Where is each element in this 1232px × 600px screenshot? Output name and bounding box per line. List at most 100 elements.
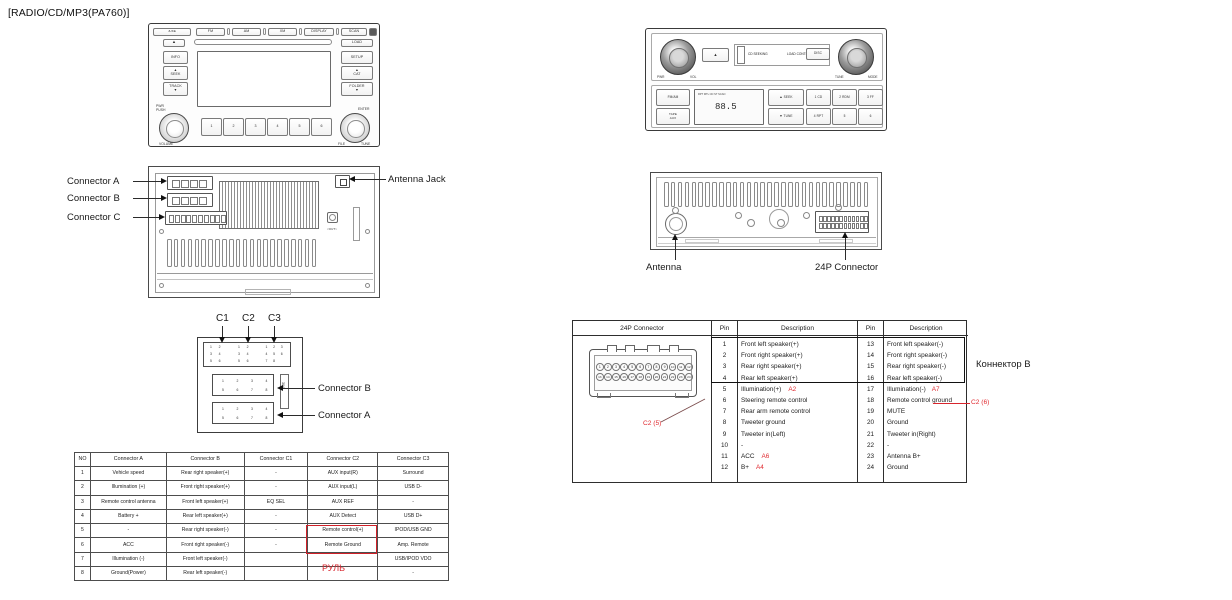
preset-2-right[interactable]: 2 RDM [832,89,857,106]
seek-button[interactable]: ▲ SEEK [163,66,188,80]
tune-down-button-right[interactable]: ▼ TUNE [768,108,804,125]
pins-c2: 1 2 3 4 5 6 [235,344,252,365]
button-am[interactable]: AM [232,27,261,36]
preset-3[interactable]: 3 [245,118,266,136]
track-button[interactable]: TRACK ▼ [163,82,188,96]
seek-up-button-right[interactable]: ▲ SEEK [768,89,804,106]
screw-mid-3 [777,219,785,227]
tape-aux-button-right[interactable]: TAPE AUX [656,108,690,125]
info-button[interactable]: INFO [163,51,188,64]
leader-pinout-a [283,415,315,416]
leader-connector-b [133,198,161,199]
setup-button[interactable]: SETUP [341,51,373,64]
pin-a-3: 3 [251,406,253,411]
pin-c2-3: 3 [238,352,240,357]
th-desc-right: Description [884,321,968,336]
pins-b: 1 2 3 4 5 6 7 8 [216,376,274,395]
cell-c3: USB/IPOD VDO [377,551,449,568]
leader-antenna-jack [355,179,386,180]
pin-desc: B+ A4 [741,464,764,472]
connector-assignment-table: NO Connector A Connector B Connector C1 … [74,452,449,582]
callout-antenna-jack: Antenna Jack [388,174,446,185]
table-row: 6 ACC Front right speaker(-) - Remote Gr… [74,537,449,553]
callout-pinout-connector-b: Connector B [318,383,371,394]
pin-c2-5: 5 [238,359,240,364]
preset-1-right[interactable]: 1 CD [806,89,831,106]
pin-c3-1: 1 [265,345,268,350]
cell-c3: USB D- [377,480,449,496]
tune-mode-knob-right[interactable] [838,39,874,75]
pin-num: 18 [866,397,875,405]
pins-a: 1 2 3 4 5 6 7 8 [216,404,274,423]
open-button-right[interactable]: ▲ [702,48,729,62]
th-pin-left: Pin [712,321,738,336]
preset-5[interactable]: 5 [289,118,310,136]
pin-num: 1 [722,341,727,349]
arrow-24p [842,232,848,238]
th-connector-a: Connector A [89,452,167,467]
preset-3-right[interactable]: 3 FF [858,89,883,106]
button-scan[interactable]: SCAN [341,27,367,36]
sep-3 [299,28,302,35]
leader-c2-6 [933,403,970,404]
pin-a-7: 7 [251,416,253,420]
arrow-connector-a [161,177,167,184]
cat-button[interactable]: ▲ CAT [341,66,373,80]
preset-2[interactable]: 2 [223,118,244,136]
screw-bl [159,283,164,288]
chassis-right-plate-1 [685,239,719,243]
th-desc-left: Description [738,321,858,336]
tune-label-right: TUNE [835,75,844,79]
screw-mid-2 [747,219,755,227]
leader-pinout-b [283,388,315,389]
fm-am-button-right[interactable]: FM/AM [656,89,690,106]
enter-label: ENTER [358,107,370,111]
chassis-divider-low2 [157,279,373,280]
cell-b: Front left speaker(-) [165,551,245,568]
table-row: 7 Illumination (-) Front left speaker(-)… [74,551,449,568]
volume-knob[interactable] [159,113,189,143]
preset-6[interactable]: 6 [311,118,332,136]
cell-c2: AUX input(R) [307,465,379,482]
disc-button-right[interactable]: DISC [806,48,830,60]
port-caption: <OUT> [327,227,337,231]
preset-5-right[interactable]: 5 [832,108,857,125]
tune-knob[interactable] [340,113,370,143]
annotation-a4: A4 [756,464,764,472]
button-xm[interactable]: XM [268,27,297,36]
preset-1[interactable]: 1 [201,118,222,136]
label-c2: C2 [242,313,255,324]
th-no: NO [74,452,91,467]
button-fm[interactable]: FM [196,27,225,36]
pin-num: 21 [866,430,875,438]
table-row: 8 Ground(Power) Rear left speaker(-) - [74,566,449,582]
pin-b-3: 3 [251,378,253,383]
load-button[interactable]: LOAD [341,38,373,47]
button-display[interactable]: DISPLAY [304,27,334,36]
cell-c2: AUX input(L) [307,480,379,496]
diagram-page: [RADIO/CD/MP3(PA760)] JUKE FM AM XM DISP… [0,0,1232,600]
preset-4[interactable]: 4 [267,118,288,136]
eject-button[interactable]: ▲ [163,38,185,47]
folder-button[interactable]: FOLDER ▼ [341,82,373,96]
pin-c3-5: 5 [273,352,276,357]
pin-b-5: 5 [222,388,224,392]
cell-a: Ground(Power) [89,566,167,582]
preset-6-right[interactable]: 6 [858,108,883,125]
desc-col-left: Front left speaker(+) Front right speake… [738,336,858,482]
pin-num: 15 [866,363,875,371]
pin-c1-5: 5 [210,359,212,364]
preset-4-right[interactable]: 4 RPT [806,108,831,125]
pin-c1-1: 1 [210,345,212,350]
pin-c2-2: 2 [246,345,249,350]
power-volume-knob-right[interactable] [660,39,696,75]
pins-c1: 1 2 3 4 5 6 [207,344,224,365]
annotation-c2-5: C2 (5) [643,420,662,427]
arrow-c2 [245,337,251,343]
cell-c3: IPOD/USB GND [377,523,449,539]
cell-c1: - [243,523,309,539]
pin-col-left: 1 2 3 4 5 6 7 8 9 10 11 12 [712,336,738,482]
pin-col-right: 13 14 15 16 17 18 19 20 21 22 23 24 [858,336,884,482]
pin-c3-8: 8 [273,359,276,364]
pin-num: 2 [722,352,727,360]
